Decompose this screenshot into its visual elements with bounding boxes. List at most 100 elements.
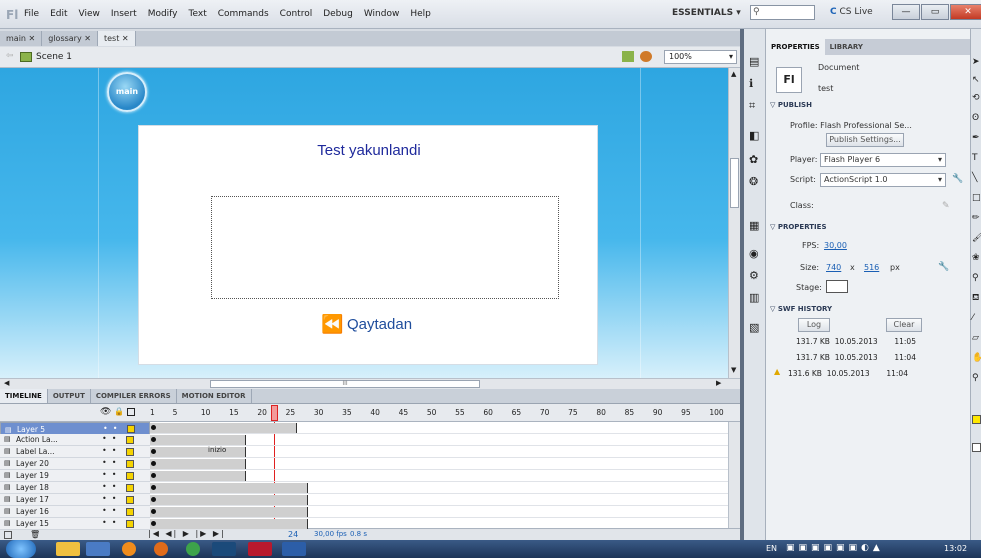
lock-icon[interactable]: 🔒 [114, 407, 124, 416]
chrome-taskbar-icon[interactable] [186, 542, 200, 556]
layer-visibility-dots[interactable]: • • [102, 518, 117, 527]
playhead-marker[interactable] [271, 405, 278, 421]
clear-button[interactable]: Clear [886, 318, 922, 332]
tab-close-icon[interactable]: ✕ [84, 34, 91, 43]
line-tool-icon[interactable]: ╲ [972, 173, 977, 183]
stroke-color-icon[interactable] [972, 415, 981, 424]
edit-scene-icon[interactable] [622, 51, 634, 62]
pen-tool-icon[interactable]: ✒ [972, 133, 980, 143]
menu-insert[interactable]: Insert [111, 9, 137, 19]
pencil-icon[interactable]: ✎ [942, 201, 950, 211]
menu-control[interactable]: Control [280, 9, 313, 19]
layer-row[interactable]: ▤ Action La... • • [0, 434, 150, 446]
explorer-taskbar-icon[interactable] [56, 542, 80, 556]
delete-layer-icon[interactable]: 🗑 [30, 530, 40, 539]
size-height[interactable]: 516 [864, 263, 879, 272]
fill-color-icon[interactable] [972, 443, 981, 452]
menu-window[interactable]: Window [364, 9, 400, 19]
new-layer-icon[interactable] [4, 531, 12, 539]
word-taskbar-icon[interactable] [282, 542, 306, 556]
layer-frames[interactable] [150, 518, 728, 530]
menu-text[interactable]: Text [189, 9, 207, 19]
fps-value[interactable]: 30,00 [824, 241, 847, 250]
brush-tool-icon[interactable]: 🖌 [972, 233, 981, 243]
script-select[interactable]: ActionScript 1.0 ▾ [820, 173, 946, 187]
result-textbox[interactable] [211, 196, 559, 299]
maximize-button[interactable]: ▭ [921, 4, 949, 20]
properties-section-header[interactable]: ▽ PROPERTIES [770, 223, 827, 231]
layer-outline-color[interactable] [126, 472, 134, 480]
subselection-tool-icon[interactable]: ↖ [972, 75, 980, 85]
save-taskbar-icon[interactable] [86, 542, 110, 556]
bone-tool-icon[interactable]: ⚲ [972, 273, 979, 283]
wrench-icon[interactable]: 🔧 [938, 262, 949, 272]
scroll-left-icon[interactable]: ◀ [4, 379, 9, 387]
photoshop-taskbar-icon[interactable] [212, 542, 236, 556]
layer-row[interactable]: ▤ Layer 15 • • [0, 518, 150, 530]
media-taskbar-icon[interactable] [122, 542, 136, 556]
library-panel-icon[interactable]: ▦ [749, 219, 759, 232]
log-button[interactable]: Log [798, 318, 830, 332]
zoom-select[interactable]: 100% ▾ [664, 50, 737, 64]
history-panel-icon[interactable]: ▧ [749, 321, 759, 334]
paint-bucket-icon[interactable]: ⛾ [972, 293, 979, 304]
selection-tool-icon[interactable]: ➤ [972, 57, 980, 67]
tab-properties[interactable]: PROPERTIES [766, 39, 825, 55]
layer-outline-color[interactable] [126, 484, 134, 492]
start-button[interactable] [6, 540, 36, 558]
eye-icon[interactable]: 👁 [100, 407, 111, 417]
tab-compiler-errors[interactable]: COMPILER ERRORS [91, 389, 177, 403]
tray-icons[interactable]: ▣▣▣▣▣▣◐▲ [786, 543, 884, 553]
publish-settings-button[interactable]: Publish Settings... [826, 133, 904, 147]
publish-section-header[interactable]: ▽ PUBLISH [770, 101, 812, 109]
zoom-tool-icon[interactable]: ⚲ [972, 373, 979, 383]
layer-outline-color[interactable] [127, 425, 135, 433]
layer-frames[interactable]: inizio [150, 446, 728, 458]
tab-library[interactable]: LIBRARY [825, 39, 868, 55]
menu-help[interactable]: Help [410, 9, 431, 19]
layer-frames[interactable] [150, 434, 728, 446]
layer-visibility-dots[interactable]: • • [102, 470, 117, 479]
color-panel-icon[interactable]: ◧ [749, 129, 759, 142]
eraser-icon[interactable]: ▱ [972, 333, 979, 343]
firefox-taskbar-icon[interactable] [154, 542, 168, 556]
layer-frames[interactable] [150, 494, 728, 506]
layer-visibility-dots[interactable]: • • [102, 482, 117, 491]
layer-frames[interactable] [150, 506, 728, 518]
layer-frames[interactable] [150, 422, 728, 434]
layer-frames[interactable] [150, 470, 728, 482]
menu-modify[interactable]: Modify [148, 9, 178, 19]
player-select[interactable]: Flash Player 6 ▾ [820, 153, 946, 167]
layer-row[interactable]: ▤ Layer 17 • • [0, 494, 150, 506]
stage-canvas[interactable]: main Test yakunlandi ⏪ Qaytadan [0, 68, 728, 378]
scroll-thumb[interactable]: III [210, 380, 480, 388]
flash-taskbar-icon[interactable] [248, 542, 272, 556]
transform-panel-icon[interactable]: ⌗ [749, 99, 755, 113]
hand-tool-icon[interactable]: ✋ [972, 353, 981, 363]
rectangle-tool-icon[interactable]: □ [972, 193, 981, 203]
tab-close-icon[interactable]: ✕ [122, 34, 129, 43]
layer-visibility-dots[interactable]: • • [102, 494, 117, 503]
align-panel-icon[interactable]: ▤ [749, 55, 759, 68]
actions-panel-icon[interactable]: ◉ [749, 247, 759, 260]
retry-button[interactable]: ⏪ Qaytadan [321, 314, 441, 338]
tab-close-icon[interactable]: ✕ [29, 34, 36, 43]
stage-vertical-scrollbar[interactable]: ▲ ▼ [728, 68, 740, 378]
scroll-right-icon[interactable]: ▶ [716, 379, 721, 387]
text-tool-icon[interactable]: T [972, 153, 978, 163]
playback-controls[interactable]: |◀ ◀| ▶ |▶ ▶| [148, 529, 226, 538]
tab-glossary[interactable]: glossary ✕ [42, 31, 98, 46]
cs-live-button[interactable]: C CS Live [830, 7, 873, 17]
layer-outline-color[interactable] [126, 448, 134, 456]
layer-outline-color[interactable] [126, 508, 134, 516]
stage-horizontal-scrollbar[interactable]: ◀ III ▶ [0, 378, 740, 389]
layer-outline-color[interactable] [126, 436, 134, 444]
layer-outline-color[interactable] [126, 496, 134, 504]
layer-visibility-dots[interactable]: • • [102, 446, 117, 455]
pencil-tool-icon[interactable]: ✏ [972, 213, 980, 223]
scroll-down-icon[interactable]: ▼ [731, 366, 736, 374]
layer-row[interactable]: ▤ Layer 18 • • [0, 482, 150, 494]
tab-timeline[interactable]: TIMELINE [0, 389, 48, 403]
wrench-icon[interactable]: 🔧 [952, 174, 963, 184]
info-panel-icon[interactable]: ℹ [749, 77, 753, 90]
